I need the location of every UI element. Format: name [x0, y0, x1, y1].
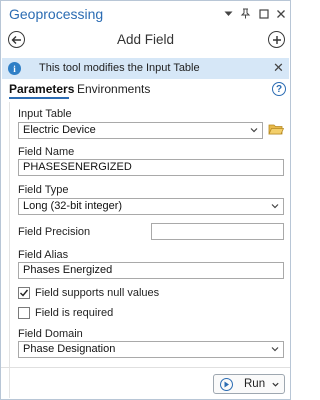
nullable-label: Field supports null values [35, 287, 160, 299]
chevron-down-icon [250, 128, 258, 133]
field-name-label: Field Name [18, 146, 75, 158]
field-type-label: Field Type [18, 184, 69, 196]
field-domain-value: Phase Designation [23, 343, 116, 355]
field-domain-label: Field Domain [18, 328, 83, 340]
help-icon[interactable]: ? [272, 82, 286, 96]
pane-title: Geoprocessing [9, 6, 104, 22]
close-icon[interactable] [274, 7, 287, 20]
tab-environments[interactable]: Environments [77, 82, 150, 96]
required-label: Field is required [35, 307, 114, 319]
run-button[interactable]: Run [213, 374, 285, 394]
play-icon [220, 378, 233, 391]
run-label: Run [244, 378, 266, 390]
add-plus-icon[interactable] [268, 31, 285, 48]
tool-title: Add Field [116, 32, 175, 47]
info-message-bar: i This tool modifies the Input Table ✕ [2, 58, 289, 79]
tool-header: Add Field [1, 27, 290, 53]
field-type-dropdown[interactable]: Long (32-bit integer) [18, 198, 284, 215]
folder-browse-icon[interactable] [268, 122, 285, 136]
maximize-icon[interactable] [257, 7, 270, 20]
info-icon: i [8, 62, 21, 75]
required-checkbox[interactable] [18, 307, 30, 319]
info-close-icon[interactable]: ✕ [273, 60, 284, 76]
field-domain-dropdown[interactable]: Phase Designation [18, 341, 284, 358]
parameters-panel: Input Table Electric Device Field Name P… [9, 102, 290, 398]
tab-parameters[interactable]: Parameters [9, 82, 74, 96]
input-table-value: Electric Device [23, 124, 96, 136]
geoprocessing-pane: Geoprocessing Add Field i This tool modi… [0, 0, 291, 400]
field-precision-input[interactable] [151, 223, 284, 240]
field-precision-label: Field Precision [18, 226, 91, 238]
field-type-value: Long (32-bit integer) [23, 200, 123, 212]
chevron-down-icon [271, 347, 279, 352]
title-bar: Geoprocessing [1, 1, 290, 27]
nullable-checkbox[interactable] [18, 287, 30, 299]
field-alias-input[interactable]: Phases Energized [18, 262, 284, 279]
footer-divider [1, 367, 290, 368]
info-message: This tool modifies the Input Table [39, 62, 200, 74]
field-alias-label: Field Alias [18, 249, 69, 261]
chevron-down-icon [271, 204, 279, 209]
field-name-input[interactable]: PHASESENERGIZED [18, 159, 284, 176]
pin-icon[interactable] [239, 7, 252, 20]
chevron-down-icon[interactable] [222, 7, 235, 20]
input-table-dropdown[interactable]: Electric Device [18, 122, 263, 139]
active-tab-indicator [9, 97, 69, 99]
chevron-down-icon[interactable] [271, 380, 280, 389]
input-table-label: Input Table [18, 108, 72, 120]
